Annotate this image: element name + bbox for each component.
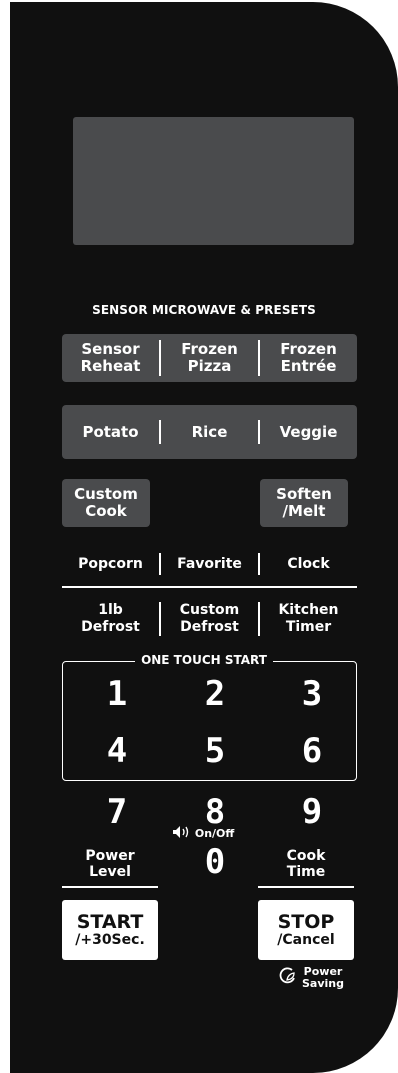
button-label-line2: Level xyxy=(89,864,131,880)
sensor-reheat-button[interactable]: Sensor Reheat xyxy=(62,341,159,375)
quick-button-row: Popcorn Favorite Clock xyxy=(62,553,357,575)
digit-4-button[interactable]: 4 xyxy=(97,734,137,768)
button-label-line1: Power xyxy=(85,848,135,864)
frozen-pizza-button[interactable]: Frozen Pizza xyxy=(161,341,258,375)
leaf-power-icon xyxy=(278,966,298,990)
power-saving-indicator: Power Saving xyxy=(278,966,358,990)
start-label: START xyxy=(76,911,144,933)
power-level-button[interactable]: Power Level xyxy=(62,848,158,880)
favorite-button[interactable]: Favorite xyxy=(161,556,258,573)
speaker-icon xyxy=(173,826,195,840)
food-button-bar: Potato Rice Veggie xyxy=(62,405,357,459)
divider-line xyxy=(62,886,158,888)
control-panel: SENSOR MICROWAVE & PRESETS Sensor Reheat… xyxy=(10,2,398,1073)
digit-5-button[interactable]: 5 xyxy=(195,734,235,768)
popcorn-button[interactable]: Popcorn xyxy=(62,556,159,573)
button-label-line1: Kitchen xyxy=(278,602,339,618)
start-sublabel: /+30Sec. xyxy=(75,932,145,948)
rice-button[interactable]: Rice xyxy=(161,423,258,441)
stop-label: STOP xyxy=(277,911,335,933)
button-label-line1: Frozen xyxy=(280,340,337,358)
veggie-button[interactable]: Veggie xyxy=(260,423,357,441)
button-label-line1: Cook xyxy=(286,848,326,864)
1lb-defrost-button[interactable]: 1lb Defrost xyxy=(62,602,159,636)
frozen-entree-button[interactable]: Frozen Entrée xyxy=(260,341,357,375)
kitchen-timer-button[interactable]: Kitchen Timer xyxy=(260,602,357,636)
button-label-line1: Sensor xyxy=(81,340,140,358)
display-screen xyxy=(73,117,354,245)
stop-button[interactable]: STOP /Cancel xyxy=(258,900,354,960)
button-label-line1: Soften xyxy=(276,485,332,503)
button-label-line1: Custom xyxy=(74,485,138,503)
digit-2-button[interactable]: 2 xyxy=(195,677,235,711)
digit-9-button[interactable]: 9 xyxy=(292,795,332,829)
digit-3-button[interactable]: 3 xyxy=(292,677,332,711)
custom-cook-button[interactable]: Custom Cook xyxy=(62,479,150,527)
cook-time-button[interactable]: Cook Time xyxy=(258,848,354,880)
button-label-line2: Timer xyxy=(285,619,332,635)
potato-button[interactable]: Potato xyxy=(62,423,159,441)
digit-1-button[interactable]: 1 xyxy=(97,677,137,711)
one-touch-start-label: ONE TOUCH START xyxy=(135,653,273,667)
soften-melt-button[interactable]: Soften /Melt xyxy=(260,479,348,527)
digit-0-button[interactable]: 0 xyxy=(195,845,235,879)
button-label-line2: Time xyxy=(286,864,326,880)
button-label-line2: Pizza xyxy=(187,357,232,375)
button-label-line1: Frozen xyxy=(181,340,238,358)
stop-sublabel: /Cancel xyxy=(277,932,335,948)
digit-8-button[interactable]: 8 xyxy=(195,795,235,829)
sound-label: On/Off xyxy=(194,827,235,840)
one-touch-start-title: ONE TOUCH START xyxy=(10,653,398,667)
button-label-line2: Defrost xyxy=(180,619,239,635)
button-label-line2: Cook xyxy=(85,502,127,520)
defrost-button-row: 1lb Defrost Custom Defrost Kitchen Timer xyxy=(62,600,357,638)
section-title: SENSOR MICROWAVE & PRESETS xyxy=(92,303,316,317)
button-label-line1: Custom xyxy=(179,602,240,618)
button-label-line2: Defrost xyxy=(81,619,140,635)
power-saving-label: Power Saving xyxy=(302,966,344,990)
button-label-line2: Entrée xyxy=(280,357,337,375)
sensor-button-bar: Sensor Reheat Frozen Pizza Frozen Entrée xyxy=(62,334,357,382)
digit-7-button[interactable]: 7 xyxy=(97,795,137,829)
button-label-line1: 1lb xyxy=(98,602,123,618)
sound-toggle: On/Off xyxy=(173,826,253,840)
clock-button[interactable]: Clock xyxy=(260,556,357,573)
button-label-line2: /Melt xyxy=(282,502,326,520)
digit-6-button[interactable]: 6 xyxy=(292,734,332,768)
label-line2: Saving xyxy=(302,977,344,990)
button-label-line2: Reheat xyxy=(80,357,141,375)
start-button[interactable]: START /+30Sec. xyxy=(62,900,158,960)
custom-defrost-button[interactable]: Custom Defrost xyxy=(161,602,258,636)
divider-line xyxy=(62,586,357,588)
divider-line xyxy=(258,886,354,888)
